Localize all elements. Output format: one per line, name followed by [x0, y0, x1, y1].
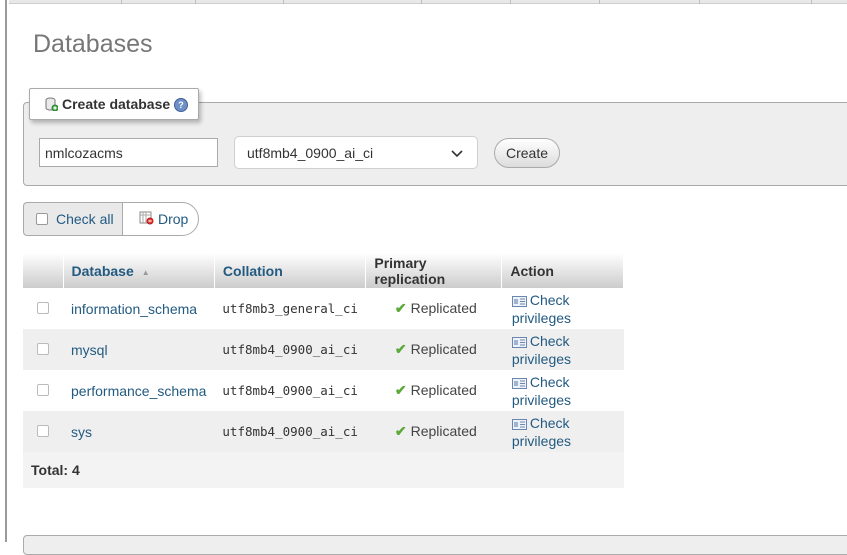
- check-icon: ✔: [394, 300, 407, 316]
- replication-status: Replicated: [410, 423, 477, 439]
- database-name-link[interactable]: sys: [63, 411, 215, 452]
- header-checkbox-column: [23, 253, 64, 288]
- database-add-icon: [45, 97, 59, 112]
- drop-button[interactable]: Drop: [122, 202, 199, 236]
- bottom-panel: [23, 535, 847, 555]
- replication-cell: ✔ Replicated: [365, 370, 502, 411]
- table-total-row: Total: 4: [23, 452, 624, 488]
- left-frame-border: [0, 0, 7, 542]
- header-action: Action: [501, 253, 624, 288]
- replication-cell: ✔ Replicated: [365, 329, 502, 370]
- check-icon: ✔: [394, 382, 407, 398]
- sort-ascending-icon: ▲: [141, 267, 150, 277]
- replication-status: Replicated: [410, 300, 477, 316]
- check-all-checkbox[interactable]: [36, 213, 48, 225]
- collation-selected-value: utf8mb4_0900_ai_ci: [247, 144, 374, 161]
- database-name-input[interactable]: [39, 138, 218, 167]
- collation-cell: utf8mb3_general_ci: [214, 288, 366, 329]
- chevron-down-icon: [451, 146, 463, 162]
- total-count: Total: 4: [23, 452, 624, 488]
- create-database-legend: Create database ?: [29, 88, 199, 120]
- check-privileges-link[interactable]: Check privileges: [501, 370, 624, 411]
- table-row: sys utf8mb4_0900_ai_ci ✔ Replicated Check…: [23, 411, 624, 452]
- collation-cell: utf8mb4_0900_ai_ci: [214, 329, 366, 370]
- check-privileges-link[interactable]: Check privileges: [501, 329, 624, 370]
- row-checkbox[interactable]: [37, 342, 49, 355]
- header-database[interactable]: Database ▲: [63, 253, 215, 288]
- privileges-icon: [511, 417, 527, 433]
- check-all-label: Check all: [56, 211, 114, 227]
- collation-cell: utf8mb4_0900_ai_ci: [214, 370, 366, 411]
- replication-cell: ✔ Replicated: [365, 411, 502, 452]
- database-name-link[interactable]: performance_schema: [63, 370, 215, 411]
- replication-cell: ✔ Replicated: [365, 288, 502, 329]
- databases-table: Database ▲ Collation Primary replication …: [23, 253, 624, 488]
- privileges-icon: [511, 335, 527, 351]
- check-privileges-link[interactable]: Check privileges: [501, 288, 624, 329]
- row-checkbox[interactable]: [37, 301, 49, 314]
- create-database-label: Create database: [62, 96, 171, 112]
- create-button[interactable]: Create: [494, 138, 560, 168]
- collation-cell: utf8mb4_0900_ai_ci: [214, 411, 366, 452]
- check-icon: ✔: [394, 423, 407, 439]
- table-row: mysql utf8mb4_0900_ai_ci ✔ Replicated Che…: [23, 329, 624, 370]
- privileges-icon: [511, 376, 527, 392]
- check-privileges-link[interactable]: Check privileges: [501, 411, 624, 452]
- top-tab-strip: [9, 0, 847, 4]
- database-name-link[interactable]: information_schema: [63, 288, 215, 329]
- database-name-link[interactable]: mysql: [63, 329, 215, 370]
- table-row: information_schema utf8mb3_general_ci ✔ R…: [23, 288, 624, 329]
- privileges-icon: [511, 294, 527, 310]
- bulk-action-group: Check all Drop: [23, 202, 199, 236]
- replication-status: Replicated: [410, 341, 477, 357]
- header-collation[interactable]: Collation: [214, 253, 367, 288]
- row-checkbox[interactable]: [37, 424, 49, 437]
- help-icon[interactable]: ?: [174, 98, 188, 112]
- header-primary-replication: Primary replication: [365, 253, 503, 288]
- drop-icon: [139, 210, 154, 228]
- table-header-row: Database ▲ Collation Primary replication …: [23, 253, 624, 288]
- row-checkbox[interactable]: [37, 383, 49, 396]
- table-row: performance_schema utf8mb4_0900_ai_ci ✔ R…: [23, 370, 624, 411]
- drop-label: Drop: [158, 211, 189, 227]
- page-title: Databases: [33, 30, 153, 58]
- header-database-label: Database: [71, 262, 134, 279]
- replication-status: Replicated: [410, 382, 477, 398]
- check-icon: ✔: [394, 341, 407, 357]
- check-all-button[interactable]: Check all: [23, 202, 122, 236]
- collation-select[interactable]: utf8mb4_0900_ai_ci: [234, 136, 478, 169]
